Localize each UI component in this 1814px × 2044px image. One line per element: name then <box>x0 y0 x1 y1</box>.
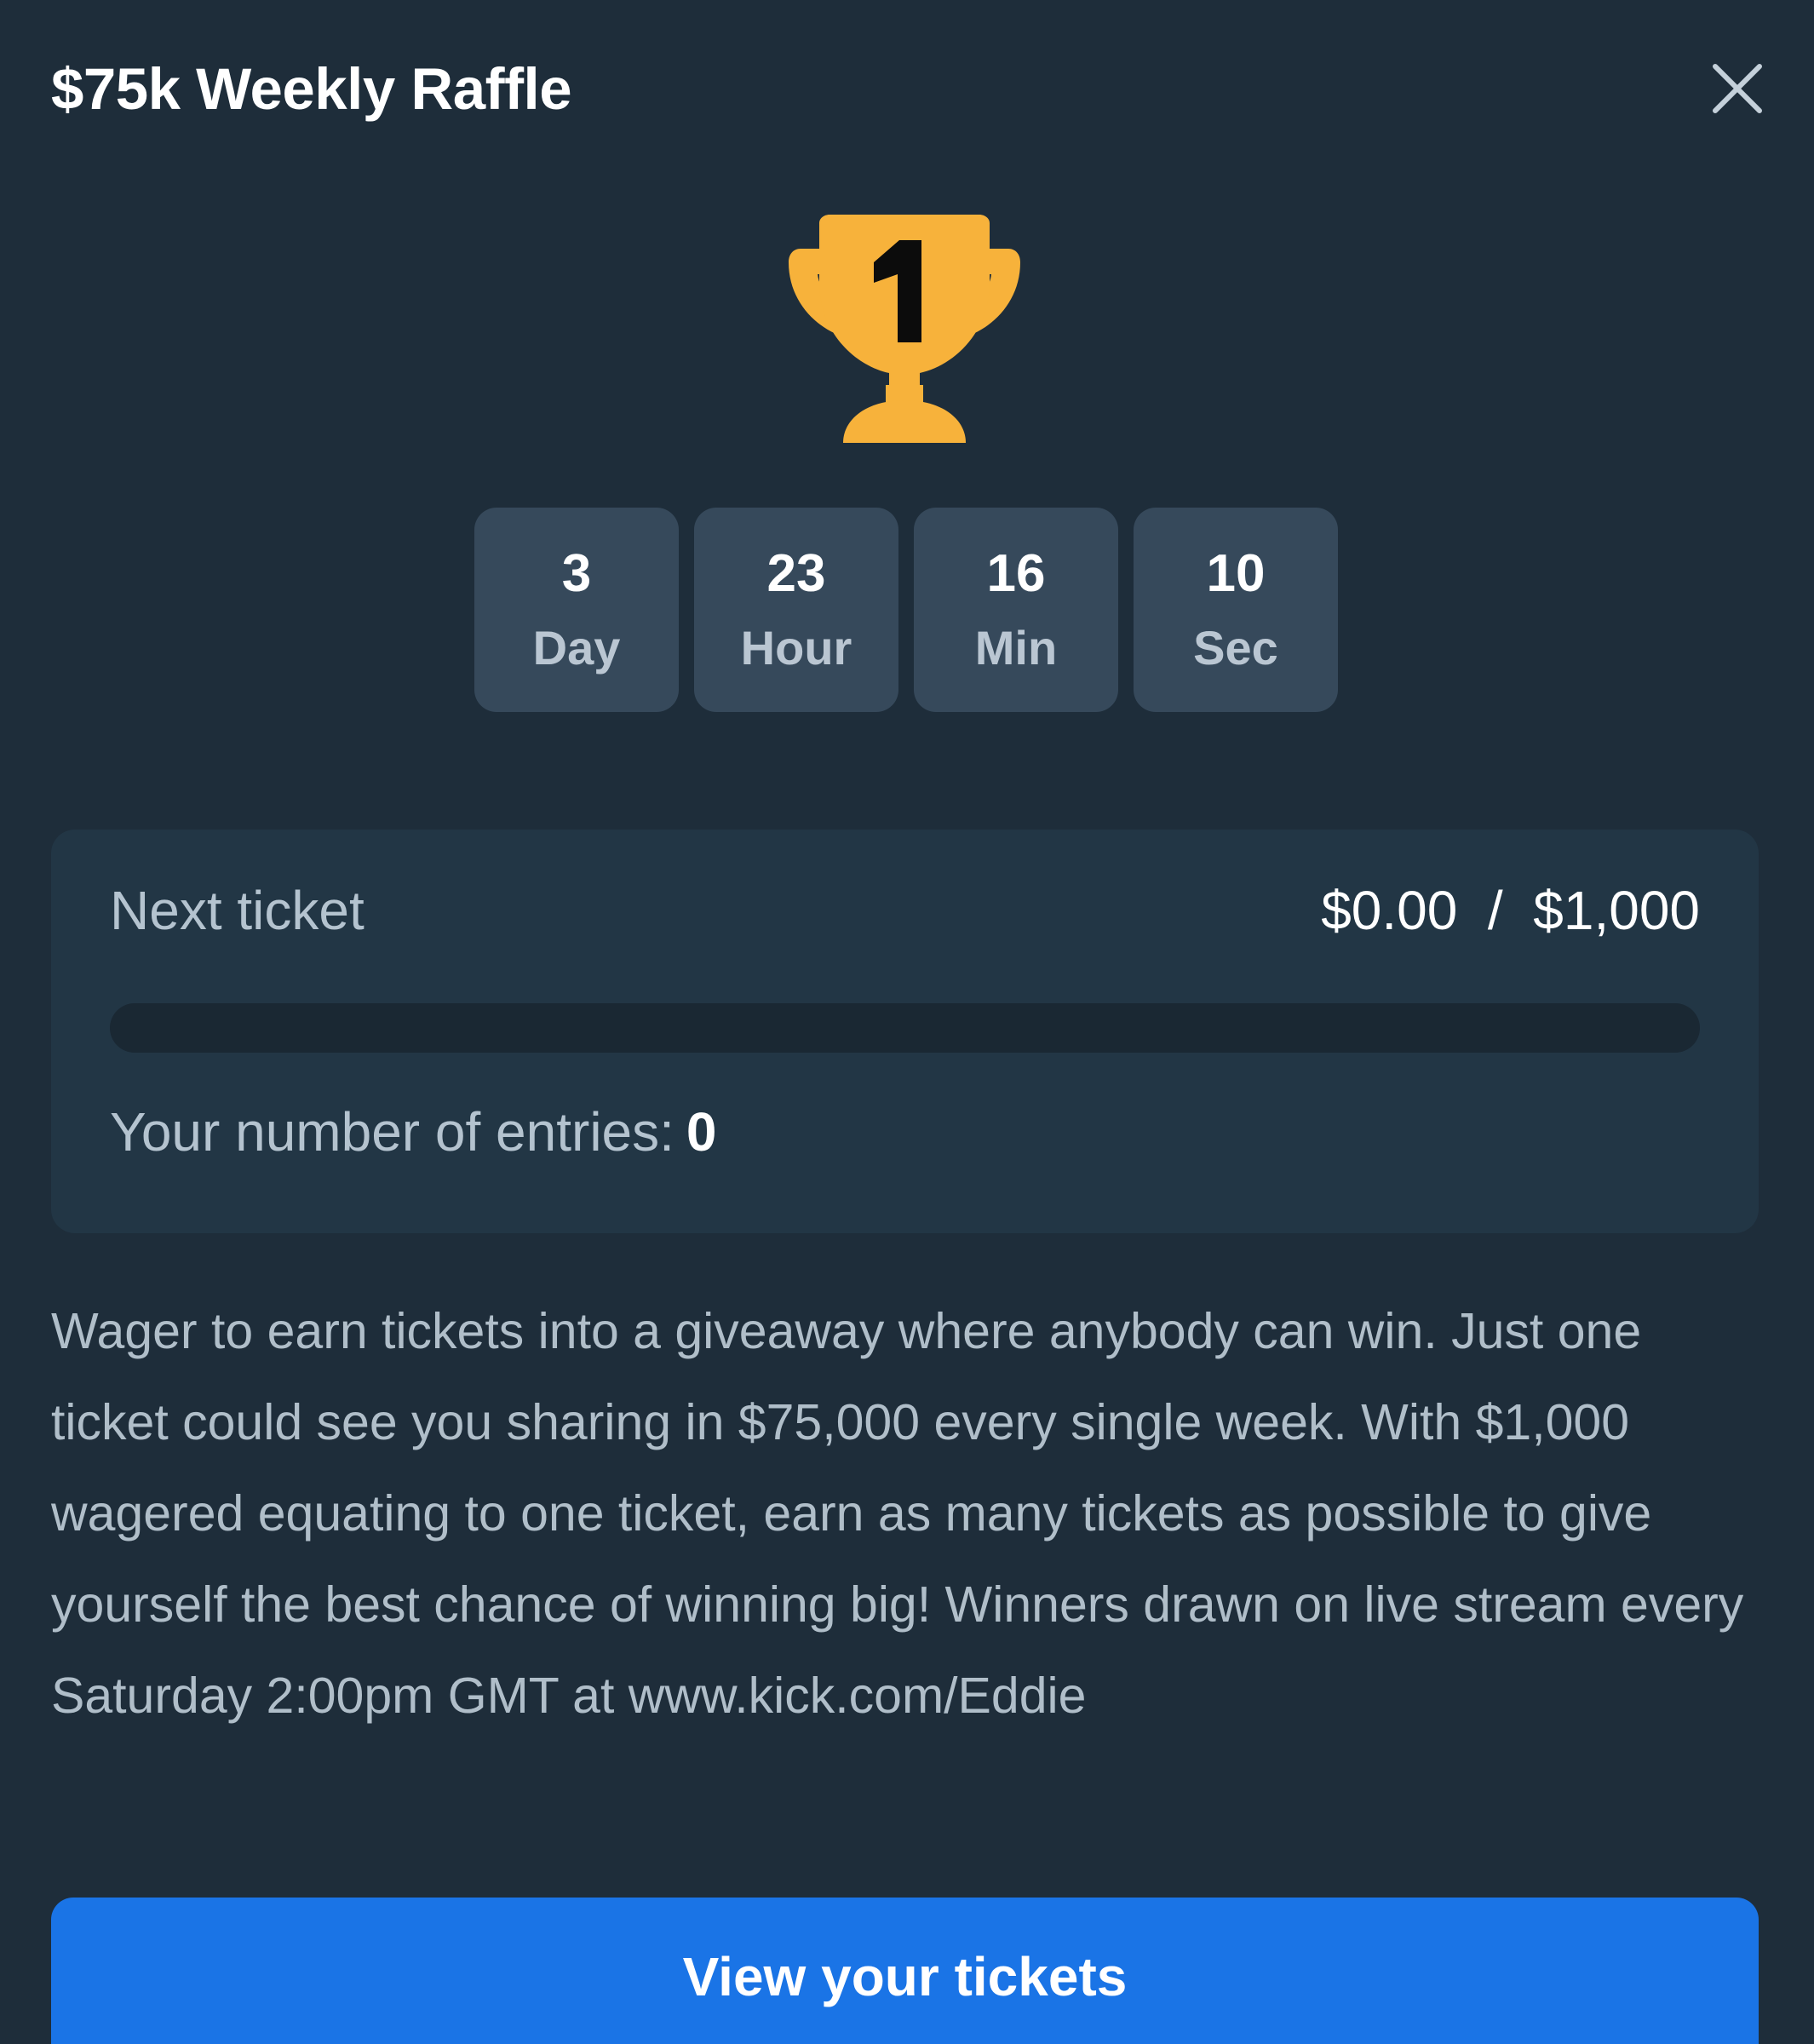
next-ticket-label: Next ticket <box>110 880 365 941</box>
countdown-hours: 23 Hour <box>694 508 898 712</box>
trophy-icon <box>785 215 1024 445</box>
view-tickets-label: View your tickets <box>682 1946 1128 2007</box>
ticket-progress-bar <box>110 1003 1700 1053</box>
close-icon <box>1713 64 1762 113</box>
view-tickets-button[interactable]: View your tickets <box>51 1898 1759 2044</box>
countdown-minutes: 16 Min <box>914 508 1118 712</box>
close-button[interactable] <box>1703 55 1771 123</box>
raffle-description: Wager to earn tickets into a giveaway wh… <box>51 1303 1744 1724</box>
entries-count: 0 <box>686 1101 717 1163</box>
countdown-seconds: 10 Sec <box>1134 508 1338 712</box>
countdown-unit: Sec <box>1193 621 1278 675</box>
countdown-days: 3 Day <box>474 508 679 712</box>
entries-count-row: Your number of entries: 0 <box>110 1100 717 1163</box>
countdown-value: 3 <box>561 544 592 603</box>
raffle-modal: $75k Weekly Raffle 3 Day 23 Hour 16 Min … <box>0 0 1814 2044</box>
ticket-progress-header: Next ticket $0.00 / $1,000 <box>110 879 1700 942</box>
modal-header: $75k Weekly Raffle <box>51 49 1763 128</box>
countdown-value: 23 <box>766 544 826 603</box>
countdown-timer: 3 Day 23 Hour 16 Min 10 Sec <box>474 508 1338 712</box>
entries-label: Your number of entries: <box>110 1101 675 1163</box>
countdown-value: 10 <box>1206 544 1266 603</box>
countdown-unit: Hour <box>740 621 852 675</box>
countdown-unit: Min <box>974 621 1058 675</box>
modal-title: $75k Weekly Raffle <box>51 55 572 122</box>
next-ticket-amounts: $0.00 / $1,000 <box>1321 880 1700 941</box>
ticket-progress-card: Next ticket $0.00 / $1,000 Your number o… <box>51 830 1759 1233</box>
countdown-value: 16 <box>986 544 1046 603</box>
countdown-unit: Day <box>532 621 621 675</box>
